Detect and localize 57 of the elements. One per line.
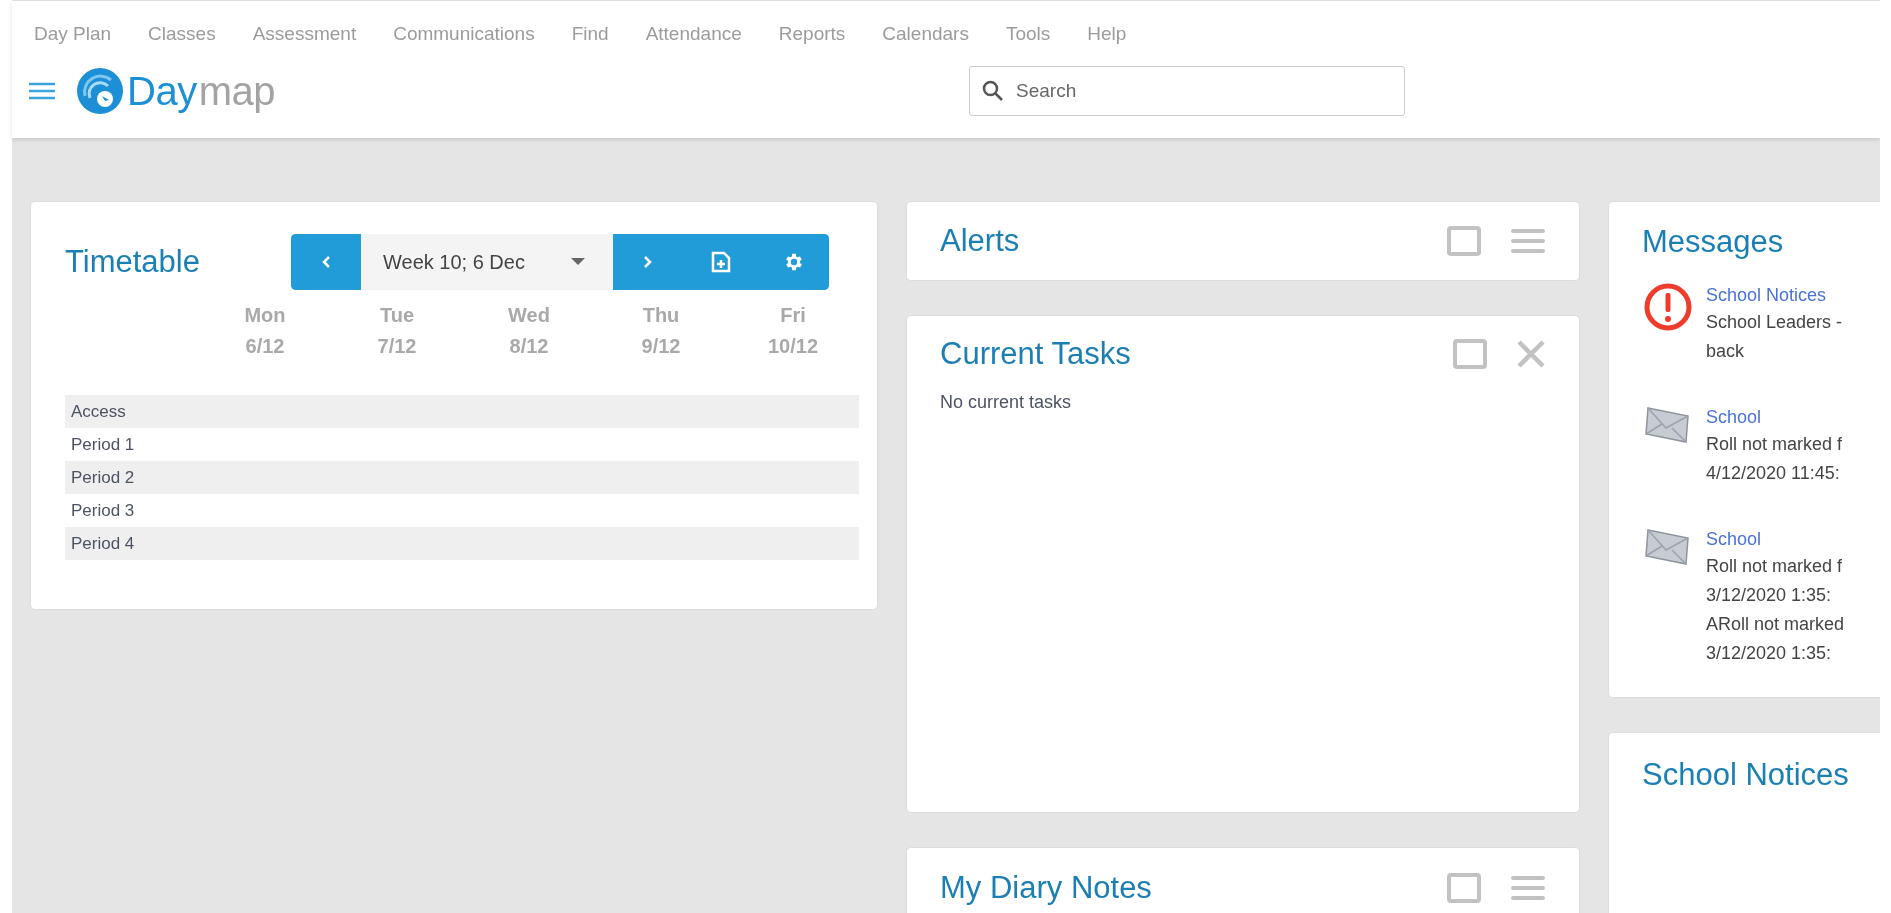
- search-icon: [982, 80, 1004, 102]
- search-field[interactable]: Search: [969, 66, 1405, 116]
- chevron-right-icon: [643, 255, 653, 269]
- menu-item[interactable]: Help: [1087, 23, 1127, 53]
- menu-item[interactable]: Attendance: [645, 23, 742, 53]
- menu-item[interactable]: Find: [571, 23, 609, 53]
- message-sender-link[interactable]: School: [1706, 404, 1843, 430]
- maximize-icon[interactable]: [1447, 873, 1481, 903]
- message-sender-link[interactable]: School Notices: [1706, 282, 1843, 308]
- message-text: Roll not marked f: [1706, 433, 1843, 456]
- menu-item[interactable]: Communications: [393, 23, 535, 53]
- logo-text: map: [198, 68, 275, 114]
- menu-icon[interactable]: [29, 81, 55, 101]
- maximize-icon[interactable]: [1453, 339, 1487, 369]
- empty-message: No current tasks: [940, 392, 1073, 413]
- chevron-left-icon: [321, 255, 331, 269]
- menu-item[interactable]: Reports: [778, 23, 846, 53]
- message-text: School Leaders -: [1706, 311, 1843, 334]
- menu-icon[interactable]: [1511, 228, 1545, 254]
- menu-icon[interactable]: [1511, 875, 1545, 901]
- panel-title: Messages: [1642, 224, 1784, 260]
- settings-icon: [783, 251, 805, 273]
- message-sender-link[interactable]: School: [1706, 526, 1845, 552]
- envelope-icon: [1644, 526, 1692, 568]
- close-icon[interactable]: [1517, 340, 1545, 368]
- menu-item[interactable]: Assessment: [252, 23, 357, 53]
- menu-item[interactable]: Tools: [1005, 23, 1051, 53]
- message-text: back: [1706, 340, 1746, 363]
- caret-icon: [571, 258, 585, 266]
- message-text: ARoll not marked: [1706, 613, 1845, 636]
- panel-title: School Notices: [1642, 757, 1849, 793]
- menu-item[interactable]: Classes: [148, 23, 216, 53]
- message-text: 3/12/2020 1:35:: [1706, 642, 1833, 665]
- logo-text: Day: [127, 68, 197, 114]
- day-header: Wed 8/12: [507, 303, 551, 359]
- maximize-icon[interactable]: [1447, 226, 1481, 256]
- panel-title: Alerts: [940, 223, 1020, 259]
- message-text: 4/12/2020 11:45:: [1706, 462, 1841, 485]
- panel-title: Current Tasks: [940, 336, 1131, 372]
- envelope-icon: [1644, 404, 1692, 446]
- message-text: 3/12/2020 1:35:: [1706, 584, 1833, 607]
- day-header: Thu 9/12: [640, 303, 682, 359]
- week-dropdown[interactable]: Week 10; 6 Dec: [361, 234, 613, 290]
- logo-icon: [75, 66, 125, 116]
- panel-title: Timetable: [65, 244, 200, 280]
- day-header: Tue 7/12: [376, 303, 418, 359]
- period-row: Period 4: [65, 527, 859, 560]
- alert-icon: [1643, 282, 1693, 332]
- panel-title: My Diary Notes: [940, 870, 1152, 906]
- day-header: Mon 6/12: [243, 303, 287, 359]
- message-text: Roll not marked f: [1706, 555, 1844, 578]
- page-plus-icon: [711, 251, 731, 273]
- period-row: Access: [65, 395, 859, 428]
- day-header: Fri 10/12: [766, 303, 820, 359]
- menu-item[interactable]: Calendars: [882, 23, 969, 53]
- period-row: Period 2: [65, 461, 859, 494]
- menu-item[interactable]: Day Plan: [34, 23, 112, 53]
